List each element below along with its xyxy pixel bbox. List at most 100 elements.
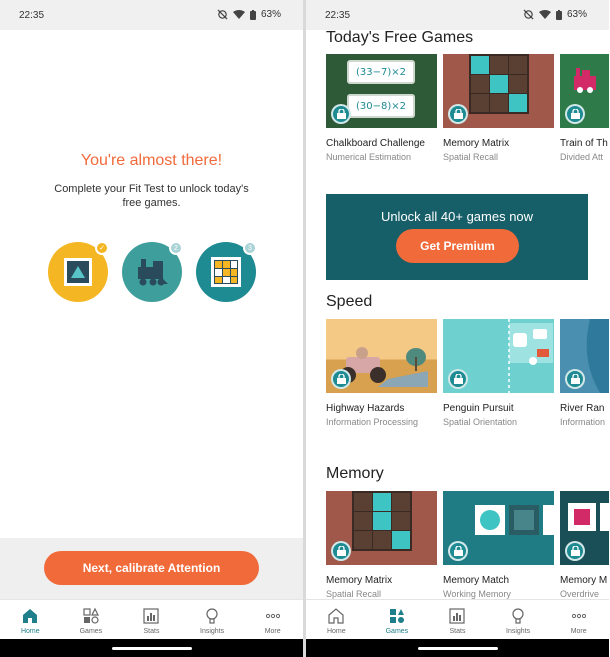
lock-icon [570,546,580,556]
play-square-icon [64,258,92,286]
status-time: 22:35 [325,10,351,21]
game-card-highway-hazards[interactable]: Highway Hazards Information Processing [326,319,437,428]
game-thumbnail: (33−7)×2 (30−8)×2 [326,54,437,128]
alarm-off-icon [217,9,228,20]
battery-icon [555,9,562,20]
more-icon [571,613,586,619]
lock-badge [565,104,585,124]
game-title: Memory M [560,575,608,586]
nav-label: Home [20,628,40,635]
memory-grid-art [469,54,529,114]
nav-games[interactable]: Games [61,600,122,639]
game-category: Numerical Estimation [326,152,412,162]
lock-icon [453,374,463,384]
lock-badge [331,104,351,124]
section-title-free-games: Today's Free Games [326,29,474,46]
gesture-bar [0,639,303,657]
home-icon [23,609,38,623]
fit-test-step-1[interactable]: ✓ [48,241,109,302]
lock-icon [453,109,463,119]
nav-games[interactable]: Games [367,600,428,639]
more-icon [265,613,280,619]
nav-label: Games [385,628,409,635]
wifi-icon [232,9,245,19]
game-thumbnail [443,319,554,393]
game-title: Memory Matrix [443,138,510,149]
games-screen: 22:35 63% Today's Free Games (33−7)×2 (3… [306,0,609,657]
game-card-train-of-thought[interactable]: Train of Th Divided Att [560,54,609,163]
nav-label: Insights [506,628,531,635]
game-category: Information [560,417,606,427]
get-premium-button[interactable]: Get Premium [396,229,519,263]
game-thumbnail [560,319,609,393]
page-subtitle: Complete your Fit Test to unlock today's… [54,183,249,209]
alarm-off-icon [523,9,534,20]
nav-more[interactable]: More [242,600,303,639]
game-card-chalkboard-challenge[interactable]: (33−7)×2 (30−8)×2 Chalkboard Challenge N… [326,54,437,163]
step-badge: 2 [169,241,183,255]
stats-icon [449,608,466,624]
bottom-nav: Home Games Stats Insights More [306,599,609,639]
game-card-river-ranger[interactable]: River Ran Information [560,319,609,428]
nav-label: More [264,628,281,635]
game-category: Divided Att [560,152,604,162]
game-card-memory-match[interactable]: Memory Match Working Memory [443,491,554,600]
section-title-memory: Memory [326,465,384,482]
status-bar: 22:35 63% [0,0,303,30]
nav-stats[interactable]: Stats [121,600,182,639]
nav-label: More [570,628,587,635]
fit-test-step-2[interactable]: 2 [122,241,183,302]
battery-percent: 63% [566,9,587,20]
gesture-bar [306,639,609,657]
stats-icon [143,608,160,624]
wifi-icon [538,9,551,19]
nav-label: Stats [143,628,160,635]
premium-text: Unlock all 40+ games now [380,209,534,224]
lock-badge [565,369,585,389]
battery-percent: 63% [260,9,281,20]
equation-card: (33−7)×2 [347,60,415,84]
nav-stats[interactable]: Stats [427,600,488,639]
premium-banner: Unlock all 40+ games now Get Premium [326,194,588,280]
game-category: Spatial Orientation [443,417,518,427]
nav-home[interactable]: Home [0,600,61,639]
game-card-memory-matrix[interactable]: Memory Matrix Spatial Recall [443,54,554,163]
game-title: Train of Th [560,138,608,149]
nav-more[interactable]: More [548,600,609,639]
lock-badge [448,369,468,389]
nav-home[interactable]: Home [306,600,367,639]
lock-icon [453,546,463,556]
gesture-handle[interactable] [111,647,192,650]
game-title: Chalkboard Challenge [326,138,425,149]
game-category: Information Processing [326,417,419,427]
lock-badge [565,541,585,561]
game-thumbnail [560,491,609,565]
lock-badge [448,104,468,124]
gesture-handle[interactable] [417,647,498,650]
game-title: Penguin Pursuit [443,403,514,414]
lock-icon [336,109,346,119]
game-card-penguin-pursuit[interactable]: Penguin Pursuit Spatial Orientation [443,319,554,428]
game-card-memory-matrix-2[interactable]: Memory Matrix Spatial Recall [326,491,437,600]
fit-test-screen: 22:35 63% You're almost there! Complete … [0,0,303,657]
status-bar: 22:35 63% [306,0,609,30]
game-title: River Ran [560,403,605,414]
game-title: Memory Match [443,575,510,586]
game-thumbnail [326,491,437,565]
game-category: Spatial Recall [443,152,499,162]
game-title: Highway Hazards [326,403,405,414]
game-thumbnail [443,54,554,128]
nav-label: Home [326,628,346,635]
next-calibrate-button[interactable]: Next, calibrate Attention [44,551,259,585]
nav-insights[interactable]: Insights [488,600,549,639]
lightbulb-icon [512,608,524,624]
train-icon [138,259,168,286]
status-time: 22:35 [19,10,45,21]
home-icon [328,608,344,624]
fit-test-step-3[interactable]: 3 [196,241,257,302]
page-title: You're almost there! [80,152,223,169]
game-card-memory-match-overdrive[interactable]: Memory M Overdrive [560,491,609,600]
lock-badge [331,541,351,561]
nav-insights[interactable]: Insights [182,600,243,639]
nav-label: Insights [200,628,225,635]
